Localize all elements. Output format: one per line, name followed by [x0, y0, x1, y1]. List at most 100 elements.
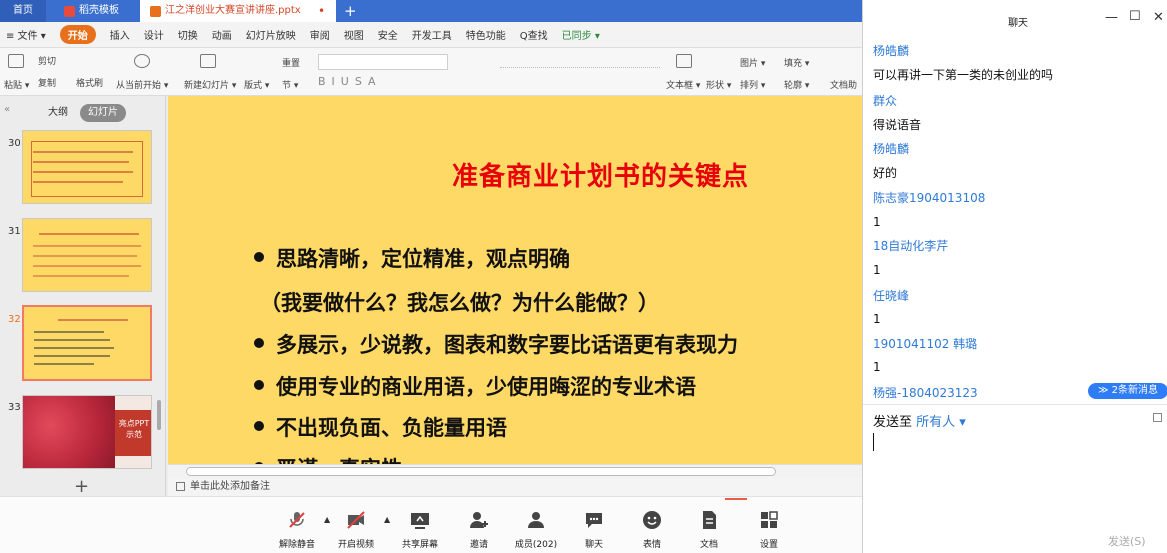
- new-messages-badge[interactable]: ≫ 2条新消息: [1088, 383, 1167, 399]
- message-text: 1: [873, 360, 881, 374]
- settings-button[interactable]: 设置: [739, 497, 799, 553]
- bullet-subtext: （我要做什么？我怎么做？为什么能做？）: [260, 291, 659, 315]
- font-name-field[interactable]: [318, 54, 448, 70]
- slide-thumbnail-30[interactable]: [22, 130, 152, 204]
- menu-find[interactable]: Q查找: [520, 27, 548, 42]
- slide-thumbnail-31[interactable]: [22, 218, 152, 292]
- slide-thumbnail-33[interactable]: 亮点PPT 示范: [22, 395, 152, 469]
- message-sender: 陈志豪1904013108: [873, 191, 986, 205]
- send-button[interactable]: 发送(S): [1108, 533, 1146, 549]
- pane-tabs: 大纲 幻灯片: [0, 104, 166, 124]
- paragraph-tools[interactable]: [500, 54, 660, 68]
- fill-button[interactable]: 填充 ▾: [784, 56, 809, 69]
- sync-status[interactable]: 已同步 ▾: [562, 27, 600, 42]
- thumb-line: [33, 171, 133, 173]
- menu-features[interactable]: 特色功能: [466, 27, 506, 42]
- close-icon[interactable]: ✕: [1153, 10, 1164, 25]
- menu-review[interactable]: 审阅: [310, 27, 330, 42]
- notes-field[interactable]: 单击此处添加备注: [168, 478, 862, 496]
- menu-insert[interactable]: 插入: [110, 27, 130, 42]
- format-painter-button[interactable]: 格式刷: [76, 76, 103, 89]
- unmute-button[interactable]: 解除静音: [267, 497, 327, 553]
- tab-slides[interactable]: 幻灯片: [80, 104, 126, 122]
- settings-label: 设置: [759, 540, 778, 550]
- tab-templates-label: 稻壳模板: [79, 5, 119, 16]
- message-sender: 1901041102 韩璐: [873, 337, 978, 351]
- new-slide-button[interactable]: 新建幻灯片 ▾: [184, 78, 236, 91]
- font-style-buttons[interactable]: BIUSA: [318, 75, 468, 89]
- from-current-button[interactable]: 从当前开始 ▾: [116, 78, 168, 91]
- menu-start[interactable]: 开始: [59, 25, 96, 44]
- slide-canvas[interactable]: 准备商业计划书的关键点 思路清晰，定位精准，观点明确 （我要做什么？我怎么做？为…: [168, 96, 862, 466]
- tab-outline[interactable]: 大纲: [40, 104, 76, 122]
- message-sender: 杨强-1804023123: [873, 386, 978, 400]
- message-sender: 杨皓麟: [873, 142, 910, 156]
- menu-view[interactable]: 视图: [344, 27, 364, 42]
- settings-grid-icon: [761, 511, 778, 528]
- tab-document[interactable]: 江之洋创业大赛宣讲讲座.pptx: [140, 0, 336, 22]
- message-text: 1: [873, 312, 881, 326]
- slide-number: 30: [8, 138, 21, 149]
- share-screen-label: 共享屏幕: [401, 540, 438, 550]
- thumb-line: [34, 331, 104, 333]
- textbox-icon[interactable]: [676, 54, 692, 68]
- daoke-logo-icon: [64, 5, 75, 17]
- menu-transition[interactable]: 切换: [178, 27, 198, 42]
- picture-button[interactable]: 图片 ▾: [740, 56, 765, 69]
- section-button[interactable]: 节 ▾: [282, 78, 298, 91]
- members-button[interactable]: 成员(202): [506, 497, 566, 553]
- thumb-line: [58, 319, 128, 321]
- maximize-icon[interactable]: ☐: [1129, 9, 1141, 24]
- menu-security[interactable]: 安全: [378, 27, 398, 42]
- expand-icon[interactable]: [1153, 413, 1162, 422]
- panel-scrollbar[interactable]: [157, 400, 161, 430]
- document-icon: [703, 511, 716, 529]
- shape-button[interactable]: 形状 ▾: [706, 78, 731, 91]
- outline-button[interactable]: 轮廓 ▾: [784, 78, 809, 91]
- doc-assist-button[interactable]: 文档助: [830, 78, 857, 91]
- thumb-line: [33, 255, 137, 257]
- tab-home[interactable]: 首页: [0, 0, 46, 22]
- invite-user-icon: [470, 512, 488, 528]
- thumb-line: [33, 151, 133, 153]
- cut-button[interactable]: 剪切: [38, 54, 56, 67]
- new-slide-icon[interactable]: [200, 54, 216, 68]
- arrange-button[interactable]: 排列 ▾: [740, 78, 765, 91]
- share-screen-button[interactable]: 共享屏幕: [390, 497, 450, 553]
- menu-animation[interactable]: 动画: [212, 27, 232, 42]
- start-video-button[interactable]: 开启视频: [326, 497, 386, 553]
- mic-muted-icon: [289, 512, 305, 528]
- share-screen-icon: [411, 513, 429, 529]
- reset-button[interactable]: 重置: [282, 56, 300, 69]
- horizontal-scrollbar[interactable]: [168, 464, 862, 478]
- reactions-button[interactable]: 表情: [622, 497, 682, 553]
- menu-developer[interactable]: 开发工具: [412, 27, 452, 42]
- paste-icon[interactable]: [8, 54, 24, 68]
- add-slide-button[interactable]: +: [74, 476, 89, 497]
- play-icon[interactable]: [134, 54, 150, 68]
- paste-button[interactable]: 粘贴 ▾: [4, 78, 29, 91]
- chat-input[interactable]: [871, 428, 1161, 528]
- scroll-thumb[interactable]: [186, 467, 776, 476]
- chat-button[interactable]: 聊天: [564, 497, 624, 553]
- file-menu[interactable]: ≡ 文件 ▾: [6, 27, 46, 42]
- thumb-line: [33, 161, 129, 163]
- copy-button[interactable]: 复制: [38, 76, 56, 89]
- message-text: 可以再讲一下第一类的未创业的吗: [873, 68, 1054, 82]
- layout-button[interactable]: 版式 ▾: [244, 78, 269, 91]
- minimize-icon[interactable]: —: [1105, 10, 1118, 25]
- message-text: 1: [873, 215, 881, 229]
- menu-design[interactable]: 设计: [144, 27, 164, 42]
- chat-divider: [863, 404, 1167, 405]
- thumb-line: [34, 363, 94, 365]
- slide-thumbnail-32[interactable]: [22, 305, 152, 381]
- unsaved-dot-icon: •: [318, 4, 326, 18]
- members-label: 成员(202): [514, 540, 558, 550]
- slide-title: 准备商业计划书的关键点: [452, 162, 750, 192]
- docs-button[interactable]: 文档: [679, 497, 739, 553]
- new-tab-button[interactable]: +: [344, 2, 357, 20]
- tab-templates[interactable]: 稻壳模板: [56, 0, 136, 22]
- textbox-button[interactable]: 文本框 ▾: [666, 78, 700, 91]
- menu-slideshow[interactable]: 幻灯片放映: [246, 27, 296, 42]
- invite-button[interactable]: 邀请: [449, 497, 509, 553]
